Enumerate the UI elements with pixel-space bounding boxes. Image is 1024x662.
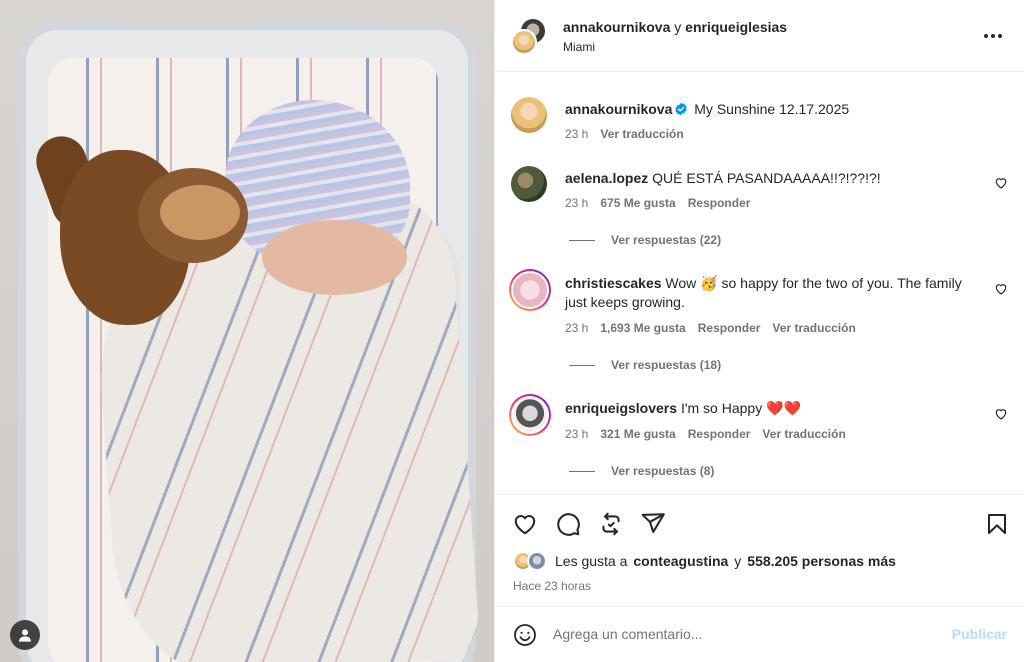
view-replies-button[interactable]: Ver respuestas (8)	[569, 464, 714, 478]
repost-icon[interactable]	[598, 511, 624, 540]
post-timestamp[interactable]: Hace 23 horas	[513, 579, 591, 593]
likers-avatars	[513, 551, 549, 571]
comment-composer: Publicar	[495, 606, 1024, 662]
comment-username[interactable]: christiescakes	[565, 275, 662, 291]
comment-like-heart-icon[interactable]	[994, 282, 1008, 299]
liker-username[interactable]: conteagustina	[633, 553, 728, 569]
caption-time[interactable]: 23 h	[565, 127, 588, 141]
post-sidebar: annakournikova y enriqueiglesias Miami a…	[494, 0, 1024, 662]
comment-reply-button[interactable]: Responder	[688, 427, 751, 441]
comment-reply-button[interactable]: Responder	[688, 196, 751, 210]
comment-like-heart-icon[interactable]	[994, 176, 1008, 193]
author-conjunction: y	[674, 19, 682, 35]
comment-text: I'm so Happy ❤️❤️	[680, 400, 801, 416]
view-replies-label: Ver respuestas (8)	[611, 464, 715, 478]
view-replies-label: Ver respuestas (22)	[611, 233, 722, 247]
replies-line	[569, 470, 595, 472]
comment-2-meta: 23 h 1,693 Me gusta Responder Ver traduc…	[565, 321, 856, 335]
comment-3: enriqueigslovers I'm so Happy ❤️❤️	[565, 399, 965, 418]
comment-translate-link[interactable]: Ver traducción	[762, 427, 845, 441]
replies-line	[569, 239, 595, 241]
comment-time[interactable]: 23 h	[565, 427, 588, 441]
comment-reply-button[interactable]: Responder	[698, 321, 761, 335]
publish-button[interactable]: Publicar	[952, 626, 1007, 642]
likes-count[interactable]: 558.205 personas más	[747, 553, 896, 569]
baby-face	[262, 220, 407, 295]
author-link-2[interactable]: enriqueiglesias	[685, 19, 787, 35]
post-photo[interactable]	[0, 0, 494, 662]
likes-prefix: Les gusta a	[555, 553, 628, 569]
collab-avatar-annakournikova[interactable]	[511, 29, 537, 55]
post-header: annakournikova y enriqueiglesias Miami	[495, 0, 1024, 72]
comment-avatar-enriqueigslovers[interactable]	[509, 394, 551, 436]
caption: annakournikova My Sunshine 12.17.2025	[565, 100, 965, 121]
like-heart-icon[interactable]	[512, 511, 538, 540]
comment-username[interactable]: enriqueigslovers	[565, 400, 677, 416]
comment-time[interactable]: 23 h	[565, 321, 588, 335]
collab-authors: annakournikova y enriqueiglesias	[563, 19, 787, 35]
comment-username[interactable]: aelena.lopez	[565, 170, 648, 186]
caption-text: My Sunshine 12.17.2025	[694, 101, 850, 117]
comment-text: QUÉ ESTÁ PASANDAAAAA!!?!??!?!	[652, 170, 881, 186]
view-replies-button[interactable]: Ver respuestas (22)	[569, 233, 721, 247]
author-link-1[interactable]: annakournikova	[563, 19, 670, 35]
comment-likes-count[interactable]: 321 Me gusta	[600, 427, 675, 441]
comment-1-meta: 23 h 675 Me gusta Responder	[565, 196, 750, 210]
comment-likes-count[interactable]: 1,693 Me gusta	[600, 321, 685, 335]
caption-translate-link[interactable]: Ver traducción	[600, 127, 683, 141]
comment-input[interactable]	[553, 622, 933, 646]
likes-summary[interactable]: Les gusta a conteagustina y 558.205 pers…	[513, 551, 896, 571]
comment-avatar-aelena[interactable]	[511, 166, 547, 202]
emoji-smiley-icon[interactable]	[513, 623, 537, 650]
view-replies-button[interactable]: Ver respuestas (18)	[569, 358, 721, 372]
verified-badge-icon	[674, 102, 688, 121]
comment-like-heart-icon[interactable]	[994, 407, 1008, 424]
location-link[interactable]: Miami	[563, 40, 595, 54]
comment-1: aelena.lopez QUÉ ESTÁ PASANDAAAAA!!?!??!…	[565, 169, 965, 188]
likes-conjunction: y	[734, 553, 742, 569]
comment-time[interactable]: 23 h	[565, 196, 588, 210]
post-actions: Les gusta a conteagustina y 558.205 pers…	[495, 494, 1024, 606]
tagged-user-icon[interactable]	[10, 620, 40, 650]
view-replies-label: Ver respuestas (18)	[611, 358, 722, 372]
replies-line	[569, 364, 595, 366]
share-paper-plane-icon[interactable]	[640, 511, 666, 540]
comment-translate-link[interactable]: Ver traducción	[772, 321, 855, 335]
comment-bubble-icon[interactable]	[555, 511, 581, 540]
comment-likes-count[interactable]: 675 Me gusta	[600, 196, 675, 210]
comment-2: christiescakes Wow 🥳 so happy for the tw…	[565, 274, 965, 312]
caption-username[interactable]: annakournikova	[565, 101, 672, 117]
comment-3-meta: 23 h 321 Me gusta Responder Ver traducci…	[565, 427, 846, 441]
comment-avatar-christiescakes[interactable]	[509, 269, 551, 311]
save-bookmark-icon[interactable]	[985, 511, 1009, 540]
plush-sloth-face	[160, 185, 240, 240]
more-options-icon[interactable]	[981, 27, 1005, 45]
caption-avatar[interactable]	[511, 97, 547, 133]
caption-meta: 23 h Ver traducción	[565, 127, 684, 141]
